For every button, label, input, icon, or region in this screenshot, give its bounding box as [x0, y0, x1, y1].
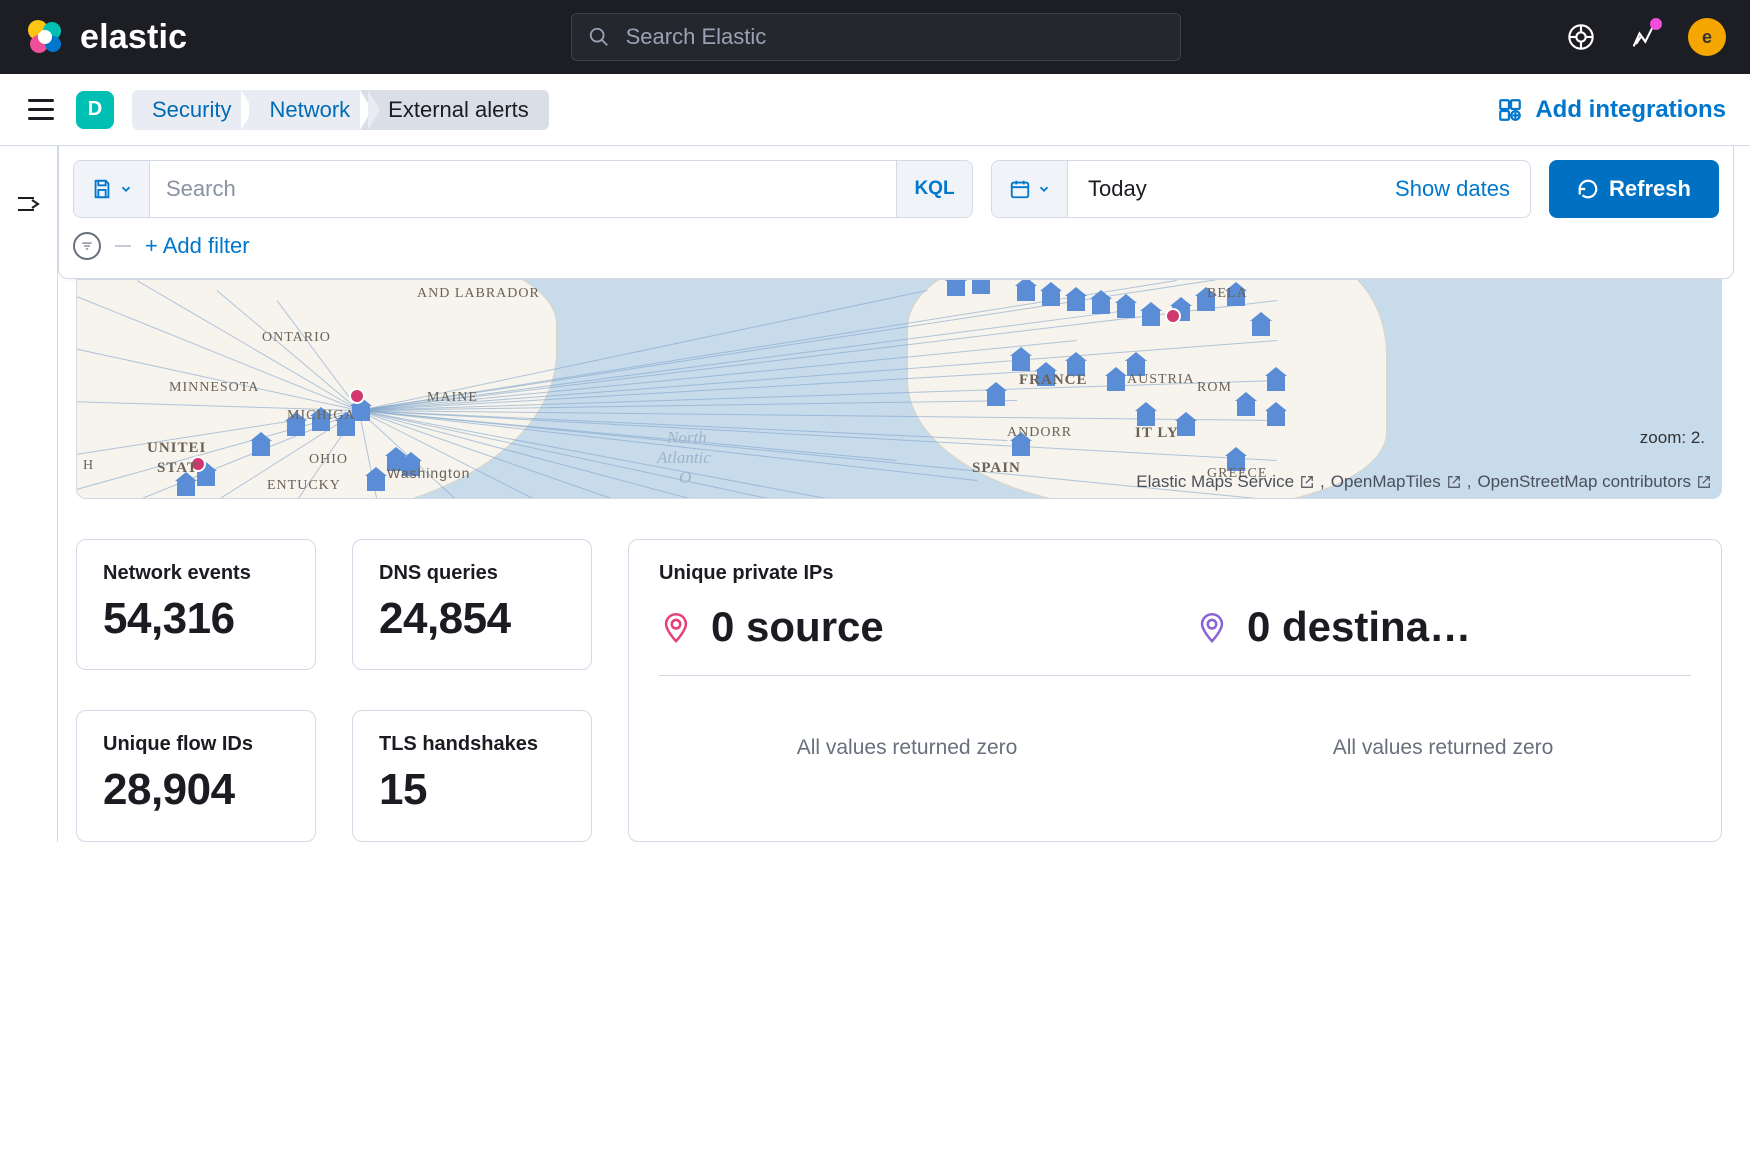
stat-card-unique-flow-ids: Unique flow IDs 28,904: [76, 710, 316, 841]
add-integrations-link[interactable]: Add integrations: [1497, 96, 1726, 124]
expand-icon: [16, 194, 42, 214]
kql-toggle[interactable]: KQL: [896, 161, 972, 217]
add-filter-button[interactable]: + Add filter: [145, 233, 250, 259]
date-picker-button[interactable]: [992, 161, 1068, 217]
map-label: FRANCE: [1019, 372, 1088, 389]
breadcrumb-security[interactable]: Security: [132, 90, 251, 130]
stat-value: 24,854: [379, 595, 565, 643]
map-label: UNITEI: [147, 440, 206, 457]
stat-value: 15: [379, 766, 565, 814]
global-search-input[interactable]: [624, 23, 1164, 51]
news-feed-icon[interactable]: [1626, 20, 1660, 54]
breadcrumb: Security Network External alerts: [132, 90, 549, 130]
filter-icon: [80, 239, 94, 253]
stat-card-dns-queries: DNS queries 24,854: [352, 539, 592, 670]
elastic-logo[interactable]: elastic: [24, 16, 187, 58]
map-label: MAINE: [427, 390, 478, 406]
secondary-navigation-bar: D Security Network External alerts Add i…: [0, 74, 1750, 146]
map-label: SPAIN: [972, 460, 1021, 477]
map-zoom-label: zoom: 2.: [1640, 428, 1705, 448]
global-search[interactable]: [571, 13, 1181, 61]
stat-card-unique-private-ips: Unique private IPs 0 source 0 destina… A…: [628, 539, 1722, 842]
add-integrations-label: Add integrations: [1535, 96, 1726, 124]
empty-message: All values returned zero: [659, 736, 1155, 760]
stat-label: Network events: [103, 562, 289, 585]
map-label: O: [679, 468, 691, 488]
stat-label: Unique flow IDs: [103, 733, 289, 756]
map-label: H: [83, 458, 94, 474]
filter-divider: —: [115, 237, 131, 255]
empty-message: All values returned zero: [1195, 736, 1691, 760]
refresh-button[interactable]: Refresh: [1549, 160, 1719, 218]
map-pin-icon: [1195, 610, 1229, 644]
map-label: OHIO: [309, 452, 348, 468]
search-icon: [588, 26, 610, 48]
space-badge[interactable]: D: [76, 91, 114, 129]
integrations-icon: [1497, 97, 1523, 123]
map-label: Atlantic: [657, 448, 711, 468]
left-rail: [0, 146, 58, 842]
stat-label: TLS handshakes: [379, 733, 565, 756]
stat-label: Unique private IPs: [659, 562, 1691, 585]
save-icon: [91, 178, 113, 200]
date-range-label: Today: [1088, 176, 1147, 202]
user-avatar[interactable]: e: [1688, 18, 1726, 56]
attribution-osm[interactable]: OpenStreetMap contributors: [1477, 472, 1691, 492]
map-attribution: Elastic Maps Service , OpenMapTiles , Op…: [1136, 472, 1711, 492]
refresh-label: Refresh: [1609, 176, 1691, 202]
query-input-group: KQL: [73, 160, 973, 218]
notification-dot: [1650, 18, 1662, 30]
help-icon[interactable]: [1564, 20, 1598, 54]
map-pin-icon: [659, 610, 693, 644]
map-label: IT LY: [1135, 425, 1179, 442]
stat-value: 54,316: [103, 595, 289, 643]
top-navigation-bar: elastic e: [0, 0, 1750, 74]
breadcrumb-external-alerts: External alerts: [360, 90, 549, 130]
stat-card-network-events: Network events 54,316: [76, 539, 316, 670]
elastic-logo-icon: [24, 16, 66, 58]
map-label: ONTARIO: [262, 330, 331, 346]
attribution-ems[interactable]: Elastic Maps Service: [1136, 472, 1294, 492]
stat-value-destination: 0 destina…: [1247, 603, 1471, 651]
map-label: MICHIGA: [287, 408, 355, 424]
stat-value-source: 0 source: [711, 603, 884, 651]
map-label: STAT: [157, 460, 198, 477]
chevron-down-icon: [119, 182, 133, 196]
network-map[interactable]: AND LABRADOR ONTARIO MINNESOTA MAINE MIC…: [76, 279, 1722, 499]
kql-search-input[interactable]: [150, 161, 896, 217]
attribution-omt[interactable]: OpenMapTiles: [1331, 472, 1441, 492]
query-panel: KQL Today Show dates Refresh: [58, 146, 1734, 279]
nav-toggle-button[interactable]: [24, 95, 58, 124]
saved-query-button[interactable]: [74, 161, 150, 217]
external-link-icon: [1300, 475, 1314, 489]
show-dates-link[interactable]: Show dates: [1395, 176, 1510, 202]
refresh-icon: [1577, 178, 1599, 200]
map-label: Washington: [387, 465, 470, 481]
external-link-icon: [1447, 475, 1461, 489]
space-letter: D: [88, 98, 102, 121]
avatar-letter: e: [1702, 27, 1712, 48]
expand-sidebar-button[interactable]: [16, 194, 42, 842]
filter-options-button[interactable]: [73, 232, 101, 260]
map-label: BELA: [1207, 286, 1248, 302]
map-label: ENTUCKY: [267, 478, 341, 494]
external-link-icon: [1697, 475, 1711, 489]
elastic-logo-text: elastic: [80, 18, 187, 57]
map-label: AND LABRADOR: [417, 286, 540, 302]
map-label: ROM : [1197, 380, 1244, 396]
chevron-down-icon: [1037, 182, 1051, 196]
map-label: North: [667, 428, 707, 448]
map-label: MINNESOTA: [169, 380, 259, 396]
date-picker-group: Today Show dates: [991, 160, 1531, 218]
stat-card-tls-handshakes: TLS handshakes 15: [352, 710, 592, 841]
calendar-icon: [1009, 178, 1031, 200]
map-label: ANDORR: [1007, 425, 1072, 441]
stat-label: DNS queries: [379, 562, 565, 585]
stat-value: 28,904: [103, 766, 289, 814]
map-label: AUSTRIA: [1127, 372, 1195, 388]
